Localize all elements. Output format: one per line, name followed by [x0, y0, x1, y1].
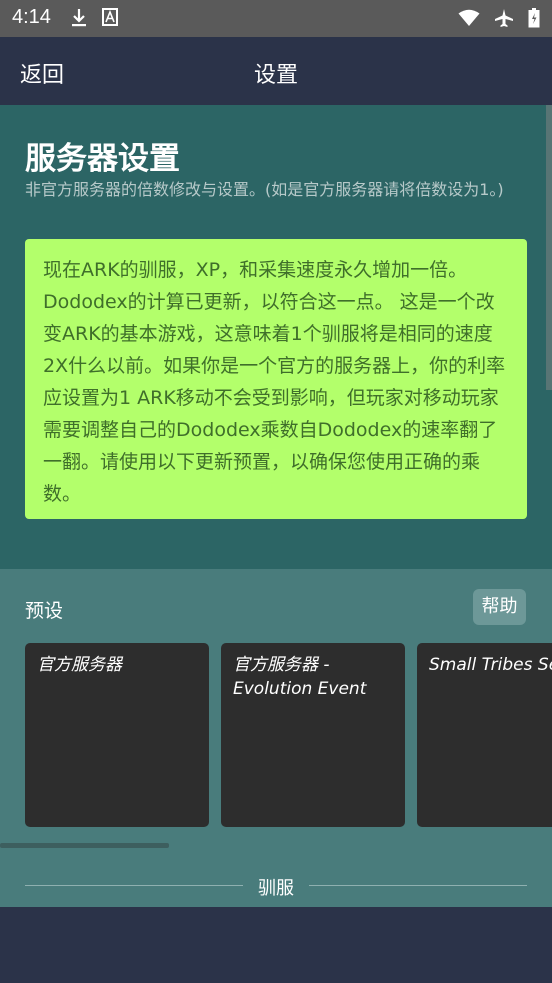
status-time: 4:14 [12, 6, 51, 28]
server-settings-title: 服务器设置 [25, 141, 180, 177]
preset-card-small-tribes[interactable]: Small Tribes Se [417, 643, 552, 827]
preset-card-official[interactable]: 官方服务器 [25, 643, 209, 827]
status-bar: 4:14 [0, 0, 552, 37]
info-box: 现在ARK的驯服，XP，和采集速度永久增加一倍。 Dododex的计算已更新，以… [25, 239, 527, 519]
airplane-icon [494, 8, 514, 28]
server-settings-section: 服务器设置 非官方服务器的倍数修改与设置。(如是官方服务器请将倍数设为1。) 现… [0, 105, 552, 569]
status-left-icons [70, 8, 118, 28]
vertical-scrollbar[interactable] [546, 105, 552, 390]
preset-card-label: 官方服务器 [37, 655, 122, 675]
page-title: 设置 [253, 63, 298, 88]
bottom-area [0, 907, 552, 983]
font-app-icon [102, 8, 118, 28]
wifi-icon [458, 9, 480, 27]
presets-label: 预设 [25, 600, 64, 622]
server-settings-subtitle: 非官方服务器的倍数修改与设置。(如是官方服务器请将倍数设为1。) [25, 180, 504, 199]
download-icon [70, 8, 88, 28]
info-text: 现在ARK的驯服，XP，和采集速度永久增加一倍。 Dododex的计算已更新，以… [43, 259, 506, 505]
battery-icon [528, 8, 540, 28]
preset-card-official-evolution[interactable]: 官方服务器 - Evolution Event [221, 643, 405, 827]
preset-card-label: Small Tribes Se [429, 655, 552, 675]
app-bar: 返回 设置 [0, 37, 552, 105]
presets-section: 预设 帮助 官方服务器 官方服务器 - Evolution Event Smal… [0, 569, 552, 907]
preset-card-label: 官方服务器 - Evolution Event [233, 655, 367, 699]
taming-divider-label: 驯服 [258, 878, 294, 899]
status-right-icons [458, 8, 540, 28]
horizontal-scrollbar[interactable] [0, 843, 169, 848]
help-button[interactable]: 帮助 [473, 589, 526, 625]
divider-line [309, 885, 527, 886]
